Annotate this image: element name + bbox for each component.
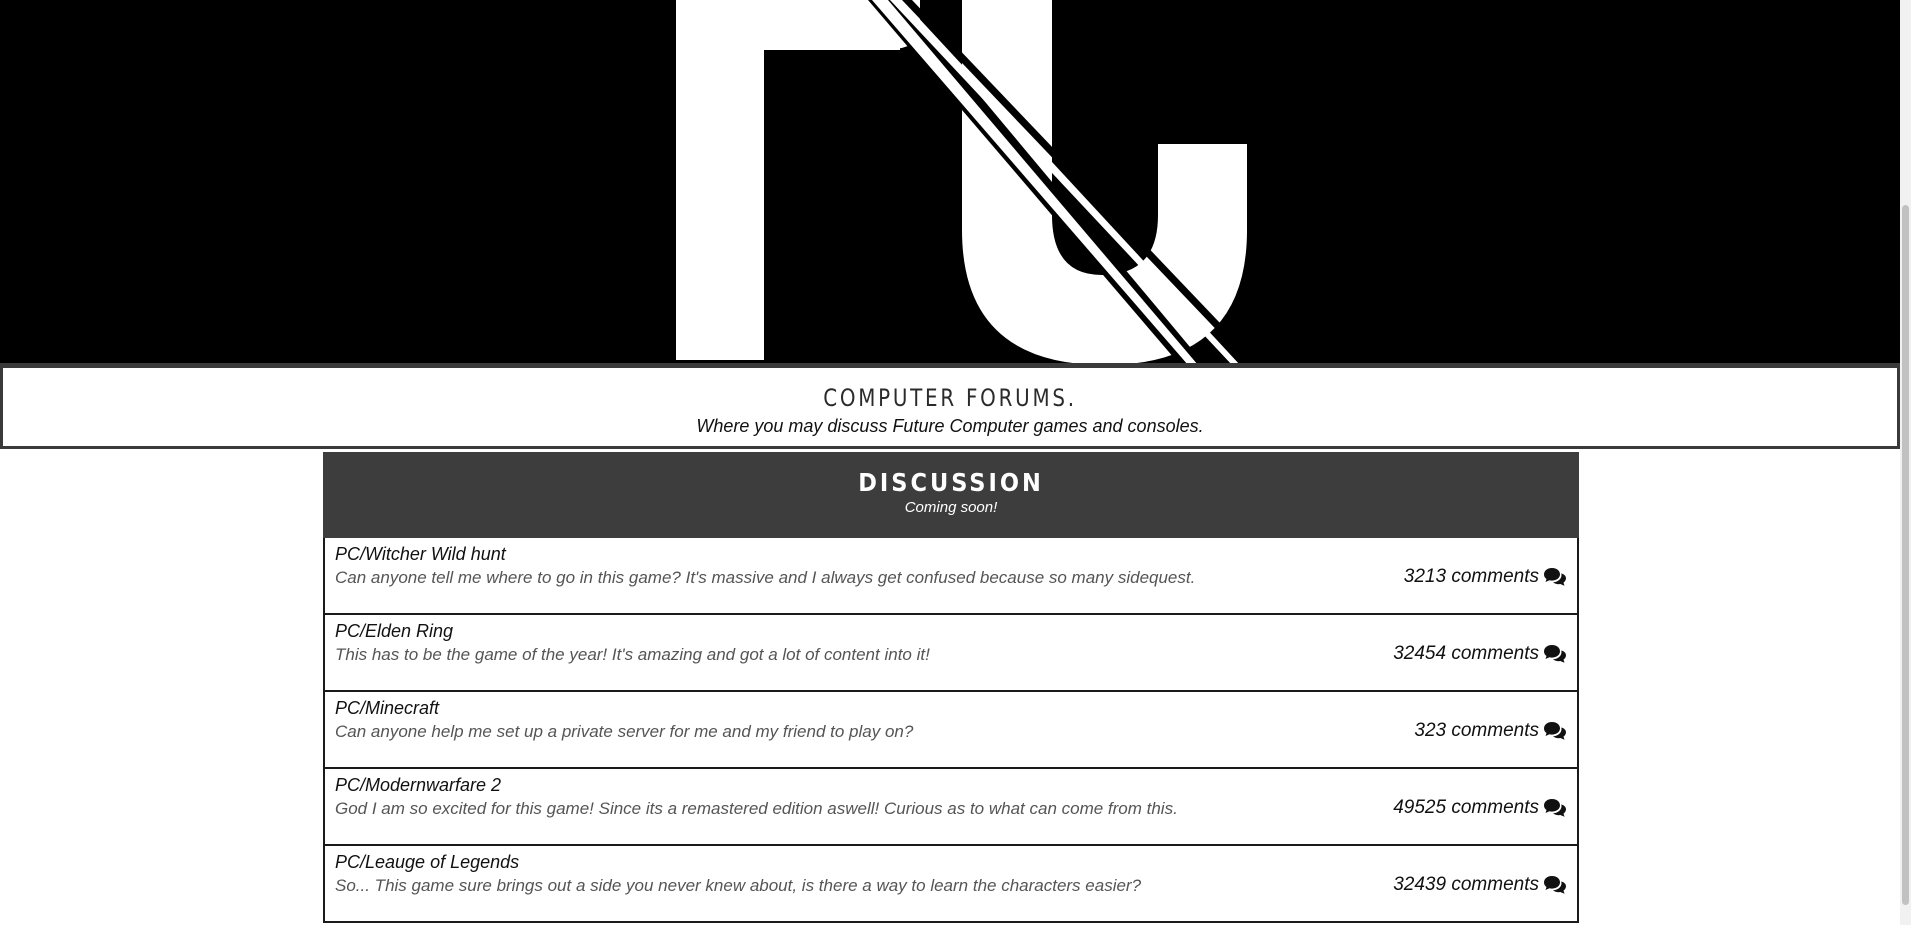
thread-comment-count[interactable]: 323 comments xyxy=(1414,720,1567,742)
comments-icon xyxy=(1544,799,1566,817)
thread-row[interactable]: PC/Minecraft Can anyone help me set up a… xyxy=(323,692,1579,769)
site-header: COMPUTER FORUMS. Where you may discuss F… xyxy=(0,365,1900,449)
comment-count-label: comments xyxy=(1451,874,1539,895)
thread-comment-count[interactable]: 32454 comments xyxy=(1393,643,1567,665)
thread-excerpt: So... This game sure brings out a side y… xyxy=(335,876,1142,895)
comment-count-label: comments xyxy=(1451,643,1539,664)
thread-excerpt: Can anyone tell me where to go in this g… xyxy=(335,568,1196,587)
site-tagline: Where you may discuss Future Computer ga… xyxy=(696,416,1204,436)
thread-title[interactable]: PC/Leauge of Legends xyxy=(335,852,519,873)
comment-count-label: comments xyxy=(1451,566,1539,587)
thread-excerpt: Can anyone help me set up a private serv… xyxy=(335,722,914,741)
scrollbar-thumb[interactable] xyxy=(1902,205,1909,905)
comments-icon xyxy=(1544,722,1566,740)
thread-comment-count[interactable]: 3213 comments xyxy=(1404,566,1567,588)
comment-count-value: 49525 xyxy=(1393,797,1447,818)
comment-count-label: comments xyxy=(1451,797,1539,818)
thread-comment-count[interactable]: 32439 comments xyxy=(1393,874,1567,896)
pc-logo xyxy=(0,0,1900,367)
thread-excerpt: God I am so excited for this game! Since… xyxy=(335,799,1178,818)
thread-title[interactable]: PC/Elden Ring xyxy=(335,621,453,642)
thread-row[interactable]: PC/Leauge of Legends So... This game sur… xyxy=(323,846,1579,923)
comment-count-value: 3213 xyxy=(1403,566,1447,587)
site-title: COMPUTER FORUMS. xyxy=(823,384,1077,412)
hero-banner xyxy=(0,0,1900,367)
discussion-panel: DISCUSSION Coming soon! PC/Witcher Wild … xyxy=(323,452,1579,925)
thread-row[interactable]: PC/Witcher Wild hunt Can anyone tell me … xyxy=(323,538,1579,615)
comment-count-value: 32454 xyxy=(1393,643,1447,664)
comment-count-label: comments xyxy=(1451,720,1539,741)
thread-row[interactable]: PC/Modernwarfare 2 God I am so excited f… xyxy=(323,769,1579,846)
thread-excerpt: This has to be the game of the year! It'… xyxy=(335,645,930,664)
discussion-heading: DISCUSSION xyxy=(858,468,1044,497)
comments-icon xyxy=(1544,568,1566,586)
discussion-subheading: Coming soon! xyxy=(904,499,998,516)
comments-icon xyxy=(1544,645,1566,663)
page-scrollbar[interactable] xyxy=(1900,0,1911,925)
thread-comment-count[interactable]: 49525 comments xyxy=(1393,797,1567,819)
comment-count-value: 323 xyxy=(1414,720,1447,741)
thread-title[interactable]: PC/Witcher Wild hunt xyxy=(335,544,506,565)
thread-row[interactable]: PC/Elden Ring This has to be the game of… xyxy=(323,615,1579,692)
thread-title[interactable]: PC/Minecraft xyxy=(335,698,439,719)
page: COMPUTER FORUMS. Where you may discuss F… xyxy=(0,0,1911,925)
thread-title[interactable]: PC/Modernwarfare 2 xyxy=(335,775,501,796)
comments-icon xyxy=(1544,876,1566,894)
discussion-header: DISCUSSION Coming soon! xyxy=(323,452,1579,538)
comment-count-value: 32439 xyxy=(1393,874,1447,895)
